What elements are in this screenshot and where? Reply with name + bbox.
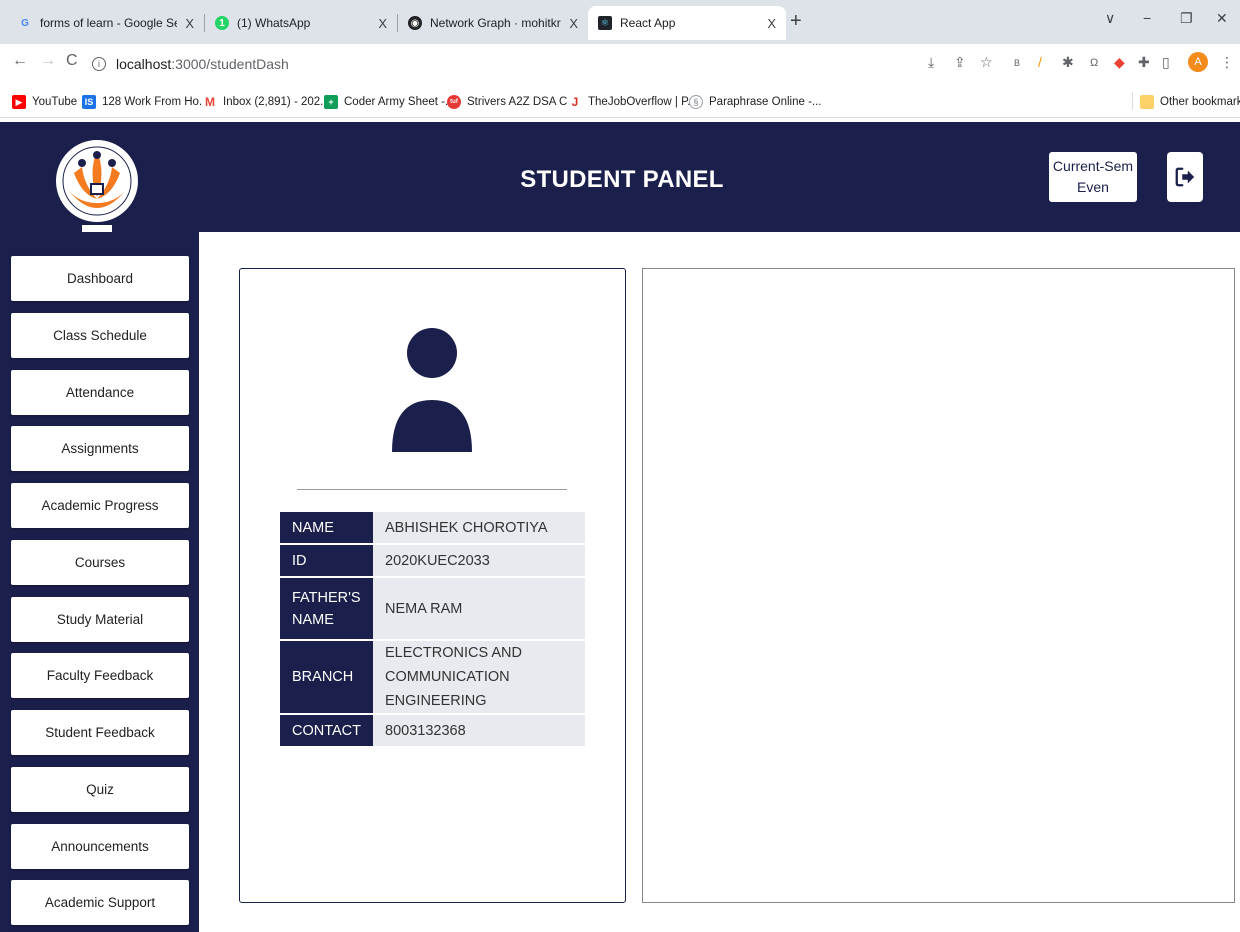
google-icon: G (21, 17, 29, 29)
url-field[interactable]: i localhost:3000/studentDash (92, 50, 1092, 78)
sidebar-item-assignments[interactable]: Assignments (11, 426, 189, 471)
is-icon: IS (82, 95, 96, 109)
restore-icon[interactable]: ❐ (1180, 10, 1193, 27)
tab-close-icon[interactable]: X (378, 16, 387, 31)
bookmark-paraphrase[interactable]: § Paraphrase Online -... (689, 92, 822, 112)
youtube-icon: ▶ (12, 95, 26, 109)
user-avatar-icon (392, 328, 472, 452)
table-row: FATHER'S NAME NEMA RAM (280, 578, 585, 639)
profile-avatar[interactable]: A (1188, 52, 1208, 72)
sidebar-item-courses[interactable]: Courses (11, 540, 189, 585)
sidebar-item-academic-progress[interactable]: Academic Progress (11, 483, 189, 528)
current-sem-value: Even (1077, 179, 1109, 195)
info-key-fathers-name: FATHER'S NAME (280, 578, 374, 639)
whatsapp-icon: 1 (215, 16, 229, 30)
extension-pen-icon[interactable]: / (1038, 54, 1042, 70)
reload-icon[interactable]: C (66, 52, 78, 70)
table-row: ID 2020KUEC2033 (280, 545, 585, 576)
sidebar-item-academic-support[interactable]: Academic Support (11, 880, 189, 925)
sidebar-item-class-schedule[interactable]: Class Schedule (11, 313, 189, 358)
tab-close-icon[interactable]: X (767, 16, 776, 31)
install-icon[interactable]: ⤓ (928, 54, 934, 71)
info-value-branch: ELECTRONICS AND COMMUNICATION ENGINEERIN… (373, 641, 585, 713)
sidebar-item-faculty-feedback[interactable]: Faculty Feedback (11, 653, 189, 698)
github-icon: ◉ (408, 16, 422, 30)
tab-search-chevron-icon[interactable]: ∨ (1105, 10, 1115, 27)
logout-button[interactable] (1167, 152, 1203, 202)
gmail-icon: M (203, 95, 217, 109)
bookmark-star-icon[interactable]: ☆ (980, 54, 993, 71)
tab-whatsapp[interactable]: 1 (1) WhatsApp X (205, 6, 397, 40)
sidebar-item-announcements[interactable]: Announcements (11, 824, 189, 869)
bookmark-other[interactable]: Other bookmarks (1140, 92, 1240, 112)
menu-kebab-icon[interactable]: ⋮ (1220, 54, 1234, 71)
tab-react-app[interactable]: ⚛ React App X (588, 6, 786, 40)
info-value-name: ABHISHEK CHOROTIYA (373, 512, 585, 543)
bookmark-work-from-home[interactable]: IS 128 Work From Ho... (82, 92, 209, 112)
bookmark-joboverflow[interactable]: J TheJobOverflow | P... (568, 92, 697, 112)
table-row: CONTACT 8003132368 (280, 715, 585, 746)
bookmark-strivers[interactable]: tuf Strivers A2Z DSA C... (447, 92, 577, 112)
current-sem-label: Current-Sem (1052, 158, 1134, 174)
forward-arrow-icon[interactable]: → (40, 52, 56, 70)
logout-icon (1175, 167, 1195, 187)
sidebar-item-quiz[interactable]: Quiz (11, 767, 189, 812)
table-row: BRANCH ELECTRONICS AND COMMUNICATION ENG… (280, 641, 585, 713)
profile-divider (297, 489, 567, 490)
bookmark-youtube[interactable]: ▶ YouTube (12, 92, 77, 112)
extension-bug-icon[interactable]: ✱ (1062, 54, 1074, 71)
site-info-icon[interactable]: i (92, 57, 106, 71)
info-key-branch: BRANCH (280, 641, 374, 713)
paraphrase-icon: § (689, 95, 703, 109)
current-sem-badge: Current-Sem Even (1049, 152, 1137, 202)
joboverflow-icon: J (568, 95, 582, 109)
info-key-contact: CONTACT (280, 715, 374, 746)
sidebar-item-dashboard[interactable]: Dashboard (11, 256, 189, 301)
back-arrow-icon[interactable]: ← (12, 52, 28, 70)
bookmark-separator (1132, 92, 1133, 110)
table-row: NAME ABHISHEK CHOROTIYA (280, 512, 585, 543)
tuf-icon: tuf (447, 95, 461, 109)
share-icon[interactable]: ⇪ (954, 54, 966, 71)
extension-b-icon[interactable]: B (1014, 58, 1020, 68)
sheets-icon: + (324, 95, 338, 109)
new-tab-button[interactable]: + (790, 10, 802, 33)
sidebar-item-student-feedback[interactable]: Student Feedback (11, 710, 189, 755)
sidebar-item-study-material[interactable]: Study Material (11, 597, 189, 642)
tab-network-graph[interactable]: ◉ Network Graph · mohitkr07/Majo X (398, 6, 588, 40)
info-key-name: NAME (280, 512, 374, 543)
content-panel (642, 268, 1235, 903)
sidebar-item-attendance[interactable]: Attendance (11, 370, 189, 415)
extensions-puzzle-icon[interactable]: ✚ (1138, 54, 1150, 71)
tab-close-icon[interactable]: X (569, 16, 578, 31)
student-info-table: NAME ABHISHEK CHOROTIYA ID 2020KUEC2033 … (280, 510, 585, 748)
info-value-id: 2020KUEC2033 (373, 545, 585, 576)
side-panel-icon[interactable]: ▯ (1162, 54, 1170, 71)
folder-icon (1140, 95, 1154, 109)
extension-omega-icon[interactable]: Ω (1090, 57, 1098, 69)
bookmark-inbox[interactable]: M Inbox (2,891) - 202... (203, 92, 330, 112)
tab-close-icon[interactable]: X (185, 16, 194, 31)
info-value-fathers-name: NEMA RAM (373, 578, 585, 639)
bookmark-coder-army[interactable]: + Coder Army Sheet -... (324, 92, 455, 112)
info-key-id: ID (280, 545, 374, 576)
extension-flame-icon[interactable]: ◆ (1114, 54, 1125, 71)
info-value-contact: 8003132368 (373, 715, 585, 746)
tab-google-search[interactable]: G forms of learn - Google Search X (8, 6, 204, 40)
react-icon: ⚛ (598, 16, 612, 30)
window-close-icon[interactable]: ✕ (1216, 10, 1228, 27)
minimize-icon[interactable]: − (1143, 10, 1151, 26)
